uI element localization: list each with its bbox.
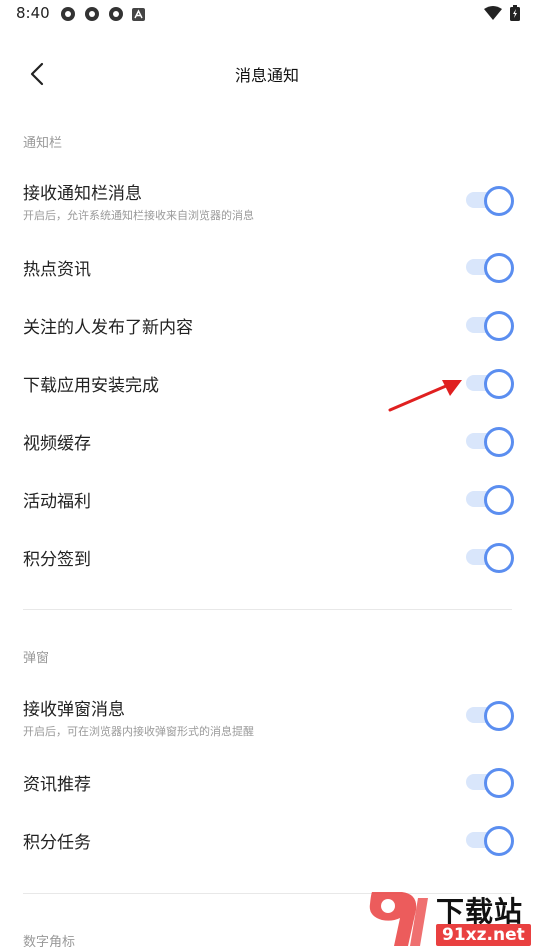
setting-title: 视频缓存	[23, 434, 91, 454]
setting-row-receive-notification-bar: 接收通知栏消息 开启后，允许系统通知栏接收来自浏览器的消息	[0, 175, 534, 225]
toggle-switch[interactable]	[466, 542, 514, 573]
a-notification-icon	[132, 7, 145, 21]
toggle-knob	[484, 186, 514, 216]
section-header-badge: 数字角标	[23, 935, 76, 950]
setting-title: 积分任务	[23, 833, 91, 853]
toggle-switch[interactable]	[466, 368, 514, 399]
app-notification-icon	[109, 7, 123, 21]
status-notification-icons	[60, 6, 145, 22]
setting-row-hot-news: 热点资讯	[0, 252, 534, 284]
section-header-notification-bar: 通知栏	[23, 136, 63, 151]
annotation-arrow-icon	[388, 380, 462, 412]
toggle-switch[interactable]	[466, 825, 514, 856]
setting-row-video-cache: 视频缓存	[0, 426, 534, 458]
toggle-knob	[484, 427, 514, 457]
status-system-icons	[484, 5, 520, 21]
page-title: 消息通知	[234, 66, 299, 85]
setting-row-followed-new-content: 关注的人发布了新内容	[0, 310, 534, 342]
toggle-switch[interactable]	[466, 700, 514, 731]
section-header-popup: 弹窗	[23, 651, 50, 666]
setting-title: 积分签到	[23, 550, 91, 570]
toggle-switch[interactable]	[466, 426, 514, 457]
toggle-knob	[484, 826, 514, 856]
status-time: 8:40	[16, 4, 50, 22]
setting-title: 接收弹窗消息	[23, 700, 125, 720]
setting-row-points-checkin: 积分签到	[0, 542, 534, 574]
toggle-knob	[484, 701, 514, 731]
toggle-knob	[484, 485, 514, 515]
watermark-logo-icon	[369, 892, 428, 946]
setting-title: 接收通知栏消息	[23, 184, 142, 204]
toggle-knob	[484, 768, 514, 798]
toggle-knob	[484, 543, 514, 573]
battery-icon	[510, 5, 520, 21]
toggle-switch[interactable]	[466, 767, 514, 798]
setting-row-news-recommend: 资讯推荐	[0, 767, 534, 799]
section-divider	[23, 609, 512, 610]
toggle-switch[interactable]	[466, 252, 514, 283]
setting-title: 活动福利	[23, 492, 91, 512]
setting-subtitle: 开启后，允许系统通知栏接收来自浏览器的消息	[23, 209, 254, 222]
header: 消息通知	[0, 50, 534, 96]
setting-subtitle: 开启后，可在浏览器内接收弹窗形式的消息提醒	[23, 725, 254, 738]
app-notification-icon	[61, 7, 75, 21]
toggle-knob	[484, 311, 514, 341]
watermark-url: 91xz.net	[436, 924, 531, 946]
setting-row-receive-popup: 接收弹窗消息 开启后，可在浏览器内接收弹窗形式的消息提醒	[0, 691, 534, 741]
toggle-switch[interactable]	[466, 185, 514, 216]
toggle-switch[interactable]	[466, 484, 514, 515]
setting-title: 热点资讯	[23, 260, 91, 280]
toggle-knob	[484, 369, 514, 399]
app-notification-icon	[85, 7, 99, 21]
setting-title: 下载应用安装完成	[23, 376, 159, 396]
watermark: 下载站 91xz.net	[362, 888, 534, 950]
setting-row-activity-benefits: 活动福利	[0, 484, 534, 516]
toggle-knob	[484, 253, 514, 283]
setting-title: 资讯推荐	[23, 775, 91, 795]
status-bar: 8:40	[0, 0, 534, 28]
setting-row-points-tasks: 积分任务	[0, 825, 534, 857]
toggle-switch[interactable]	[466, 310, 514, 341]
wifi-icon	[484, 6, 502, 20]
setting-title: 关注的人发布了新内容	[23, 318, 193, 338]
